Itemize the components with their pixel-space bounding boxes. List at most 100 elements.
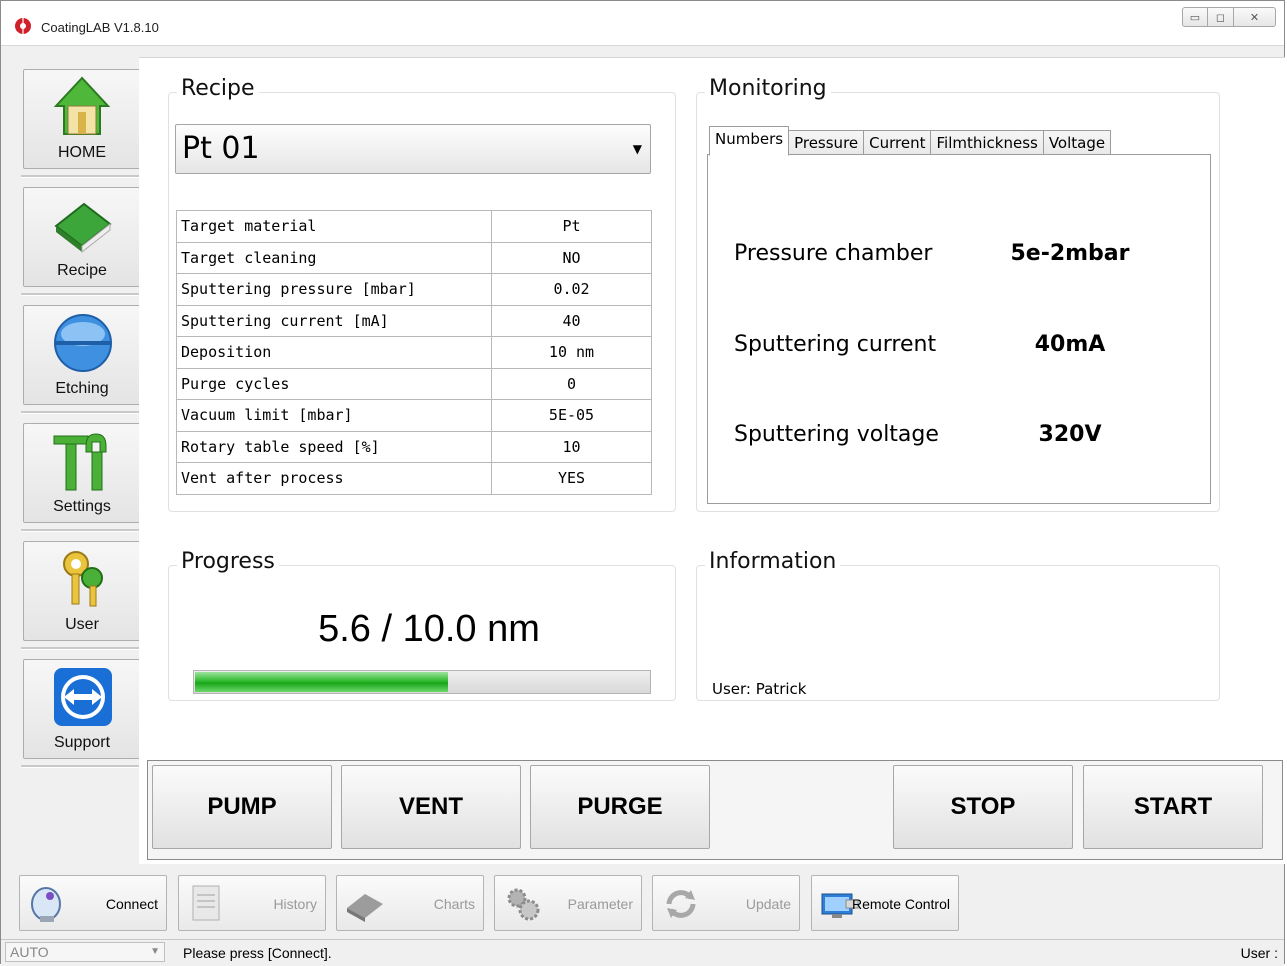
monitoring-tabs: Numbers Pressure Current Filmthickness V… [709,126,1112,156]
connect-label: Connect [105,896,158,912]
table-row: Target material Pt [176,210,652,243]
table-row: Target cleaning NO [176,241,652,274]
status-message: Please press [Connect]. [183,945,332,961]
app-window: CoatingLAB V1.8.10 ▭ ◻ ✕ HOME Recipe Etc… [0,0,1285,966]
tab-filmthickness[interactable]: Filmthickness [930,130,1044,156]
left-nav: HOME Recipe Etching Settings User Suppor… [11,59,147,859]
recipe-select[interactable]: Pt 01 ▼ [175,124,651,174]
tab-pressure[interactable]: Pressure [788,130,865,156]
nav-home-button[interactable]: HOME [23,69,141,169]
sputtering-current-label: Sputtering current [734,332,937,357]
start-button[interactable]: START [1083,765,1263,849]
param-name: Vacuum limit [mbar] [176,399,492,432]
progress-bar-fill [195,672,449,692]
pressure-chamber-label: Pressure chamber [734,241,933,266]
param-value: 10 nm [491,336,652,369]
minimize-button[interactable]: ▭ [1182,7,1208,27]
parameter-button[interactable]: Parameter [494,875,642,931]
parameter-label: Parameter [567,896,633,912]
status-user: User : [1240,945,1278,961]
nav-user-button[interactable]: User [23,541,141,641]
pump-button[interactable]: PUMP [152,765,332,849]
nav-settings-button[interactable]: Settings [23,423,141,523]
window-title: CoatingLAB V1.8.10 [41,20,159,35]
nav-divider [21,293,147,296]
param-value: 5E-05 [491,399,652,432]
table-row: Sputtering current [mA] 40 [176,304,652,337]
book-icon [54,202,112,254]
table-row: Sputtering pressure [mbar] 0.02 [176,273,652,306]
purge-button[interactable]: PURGE [530,765,710,849]
nav-support-button[interactable]: Support [23,659,141,759]
param-value: Pt [491,210,652,243]
nav-etching-label: Etching [55,380,109,397]
nav-recipe-label: Recipe [57,262,107,279]
numbers-tab-panel: Pressure chamber 5e-2mbar Sputtering cur… [707,154,1211,504]
sputtering-voltage-label: Sputtering voltage [734,422,939,447]
chevron-down-icon: ▼ [632,142,642,156]
param-value: YES [491,462,652,495]
title-bar: CoatingLAB V1.8.10 ▭ ◻ ✕ [1,1,1284,46]
remote-control-button[interactable]: Remote Control [811,875,959,931]
mode-select[interactable]: AUTO ▼ [5,942,165,962]
nav-divider [21,175,147,178]
tab-voltage[interactable]: Voltage [1042,130,1112,156]
update-label: Update [745,896,791,912]
support-icon [54,668,112,726]
status-bar: AUTO ▼ Please press [Connect]. User : [1,939,1284,966]
progress-text: 5.6 / 10.0 nm [318,608,540,650]
tools-icon [53,433,107,491]
table-row: Vacuum limit [mbar] 5E-05 [176,399,652,432]
gears-icon [507,888,540,921]
param-name: Deposition [176,336,492,369]
update-button[interactable]: Update [652,875,800,931]
information-user-text: User: Patrick [712,680,807,698]
nav-home-label: HOME [58,144,106,161]
progress-group-title: Progress [177,549,279,574]
main-panel: Recipe Pt 01 ▼ Target material Pt Target … [139,57,1285,864]
stop-button[interactable]: STOP [893,765,1073,849]
charts-button[interactable]: Charts [336,875,484,931]
nav-user-label: User [65,616,99,633]
close-icon: ✕ [1249,11,1260,24]
nav-divider [21,529,147,532]
recipe-group-title: Recipe [177,76,259,101]
action-bar: PUMP VENT PURGE STOP START [147,760,1283,860]
table-row: Rotary table speed [%] 10 [176,430,652,463]
table-row: Purge cycles 0 [176,367,652,400]
history-button[interactable]: History [178,875,326,931]
param-value: NO [491,241,652,274]
app-logo-icon [15,18,31,34]
monitoring-group-title: Monitoring [705,76,831,101]
param-value: 0.02 [491,273,652,306]
remote-control-label: Remote Control [851,896,950,912]
param-name: Sputtering pressure [mbar] [176,273,492,306]
window-controls: ▭ ◻ ✕ [1182,7,1276,29]
param-value: 0 [491,367,652,400]
connect-button[interactable]: Connect [19,875,167,931]
nav-etching-button[interactable]: Etching [23,305,141,405]
param-name: Purge cycles [176,367,492,400]
mode-select-value: AUTO [10,944,49,960]
charts-label: Charts [433,896,475,912]
keys-icon [63,551,103,607]
nav-recipe-button[interactable]: Recipe [23,187,141,287]
param-name: Target cleaning [176,241,492,274]
nav-support-label: Support [53,734,111,751]
recipe-params-table: Target material Pt Target cleaning NO Sput… [176,210,652,495]
nav-divider [21,411,147,414]
refresh-icon [666,890,696,918]
table-row: Vent after process YES [176,462,652,495]
vent-button[interactable]: VENT [341,765,521,849]
param-name: Sputtering current [mA] [176,304,492,337]
param-name: Rotary table speed [%] [176,430,492,463]
information-group-title: Information [705,549,841,574]
nav-divider [21,765,147,768]
close-button[interactable]: ✕ [1234,7,1276,27]
recipe-selected-value: Pt 01 [182,131,260,166]
maximize-icon: ◻ [1215,11,1226,24]
tab-numbers[interactable]: Numbers [709,126,790,156]
param-name: Target material [176,210,492,243]
tab-current[interactable]: Current [863,130,932,156]
maximize-button[interactable]: ◻ [1208,7,1234,27]
